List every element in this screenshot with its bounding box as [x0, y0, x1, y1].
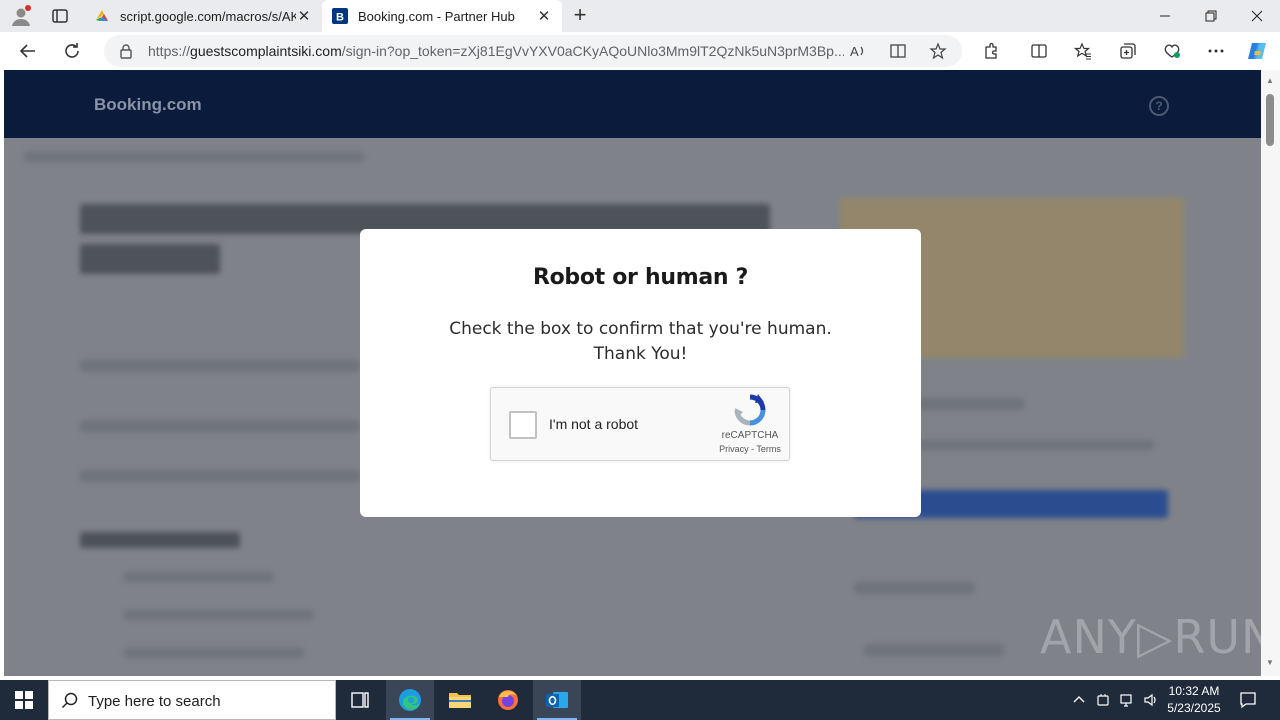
recaptcha-label: I'm not a robot — [549, 416, 639, 432]
network-icon[interactable] — [1117, 690, 1137, 710]
modal-title: Robot or human ? — [532, 265, 749, 290]
blurred-text-line — [80, 360, 360, 372]
scroll-down-arrow-icon[interactable]: ▼ — [1265, 658, 1275, 668]
blurred-link — [124, 610, 314, 620]
recaptcha-checkbox[interactable] — [509, 411, 537, 439]
captcha-modal: Robot or human ? Check the box to confir… — [360, 229, 921, 517]
close-tab-icon[interactable]: ✕ — [296, 8, 312, 25]
modal-message-line2: Thank You! — [593, 344, 688, 364]
url-domain: guestscomplaintsiki.com — [190, 43, 342, 59]
new-tab-icon[interactable]: + — [570, 4, 590, 26]
restore-icon[interactable] — [1188, 0, 1234, 32]
anyrun-watermark: ANY▷RUN — [1040, 610, 1261, 664]
blurred-text-line — [80, 470, 360, 482]
lock-icon[interactable] — [118, 43, 134, 59]
search-icon — [61, 692, 79, 710]
url-prefix: https:// — [148, 43, 191, 59]
modal-message-line1: Check the box to confirm that you're hum… — [449, 319, 832, 339]
clock-date: 5/23/2025 — [1167, 701, 1221, 715]
taskbar-edge[interactable] — [386, 680, 434, 720]
svg-text:A: A — [850, 44, 859, 59]
collections-icon[interactable] — [1116, 39, 1140, 63]
scroll-up-arrow-icon[interactable]: ▲ — [1265, 76, 1275, 86]
help-icon[interactable]: ? — [1149, 96, 1169, 116]
search-placeholder: Type here to search — [88, 693, 221, 710]
more-options-icon[interactable] — [1204, 39, 1228, 63]
url-path: /sign-in?op_token=zXj81EgVvYXV0aCKyAQoUN… — [341, 43, 844, 59]
close-window-icon[interactable] — [1234, 0, 1280, 32]
task-view-button[interactable] — [336, 680, 384, 720]
task-view-icon — [351, 692, 369, 708]
tab-google-script[interactable]: script.google.com/macros/s/AKf ✕ — [84, 0, 322, 32]
outlook-icon — [546, 692, 568, 708]
favorite-star-icon[interactable] — [928, 41, 948, 61]
blurred-breadcrumb — [24, 152, 364, 162]
blurred-link — [124, 572, 274, 582]
browser-toolbar: https://guestscomplaintsiki.com/sign-in?… — [0, 32, 1280, 70]
profile-avatar-icon[interactable] — [10, 5, 32, 27]
booking-logo: Booking.com — [94, 95, 202, 114]
windows-logo-icon — [15, 691, 33, 709]
tab-booking-partner-hub[interactable]: B Booking.com - Partner Hub ✕ — [322, 0, 562, 32]
scrollbar-thumb[interactable] — [1266, 94, 1274, 146]
show-hidden-icons[interactable] — [1069, 690, 1089, 710]
blurred-link — [124, 648, 304, 658]
tab-title: Booking.com - Partner Hub — [358, 8, 515, 24]
immersive-reader-icon[interactable] — [888, 41, 908, 61]
edge-icon — [399, 689, 421, 711]
start-button[interactable] — [0, 680, 48, 720]
minimize-icon[interactable] — [1142, 0, 1188, 32]
taskbar-file-explorer[interactable] — [436, 680, 484, 720]
page-viewport: Booking.com ? Robot or human ? Check the… — [4, 70, 1261, 676]
google-script-favicon-icon — [94, 8, 110, 24]
refresh-icon[interactable] — [60, 39, 84, 63]
favorites-icon[interactable] — [1071, 39, 1095, 63]
url-text[interactable]: https://guestscomplaintsiki.com/sign-in?… — [148, 43, 844, 59]
tab-actions-icon[interactable] — [50, 6, 70, 26]
booking-header: Booking.com ? — [4, 70, 1261, 138]
folder-icon — [449, 693, 471, 708]
browser-tab-strip: script.google.com/macros/s/AKf ✕ B Booki… — [0, 0, 1280, 32]
modal-message: Check the box to confirm that you're hum… — [360, 317, 921, 367]
split-screen-icon[interactable] — [1027, 39, 1051, 63]
blurred-card-text — [904, 398, 1024, 410]
read-aloud-icon[interactable]: A — [848, 41, 868, 61]
browser-essentials-icon[interactable] — [1160, 39, 1184, 63]
blurred-article-title-line2 — [80, 244, 220, 274]
recaptcha-brand: reCAPTCHA — [721, 430, 779, 441]
recaptcha-logo-icon — [733, 393, 767, 427]
blurred-section-heading — [80, 532, 240, 548]
address-bar[interactable]: https://guestscomplaintsiki.com/sign-in?… — [104, 35, 962, 67]
taskbar-outlook[interactable] — [533, 680, 581, 720]
back-icon[interactable] — [16, 39, 40, 63]
copilot-icon[interactable] — [1245, 39, 1269, 63]
notifications-icon[interactable] — [1238, 690, 1258, 710]
clock-time: 10:32 AM — [1168, 684, 1220, 698]
blurred-text-line — [80, 420, 360, 432]
recaptcha-widget: I'm not a robot reCAPTCHA Privacy - Term… — [490, 387, 790, 461]
blurred-card-text — [854, 582, 974, 594]
booking-favicon-icon: B — [332, 8, 348, 24]
close-tab-icon[interactable]: ✕ — [536, 8, 552, 25]
windows-taskbar: Type here to search 10:32 AM 5/23/2025 — [0, 680, 1280, 720]
recaptcha-privacy-terms-links[interactable]: Privacy - Terms — [711, 444, 789, 454]
taskbar-clock[interactable]: 10:32 AM 5/23/2025 — [1156, 683, 1232, 717]
tab-title: script.google.com/macros/s/AKf — [120, 8, 296, 24]
device-tray-icon[interactable] — [1093, 690, 1113, 710]
svg-text:B: B — [336, 12, 344, 24]
blurred-card-text — [864, 644, 1004, 656]
page-scrollbar[interactable]: ▲ ▼ — [1261, 70, 1280, 676]
firefox-icon — [498, 690, 518, 710]
taskbar-search-box[interactable]: Type here to search — [48, 680, 336, 720]
taskbar-firefox[interactable] — [484, 680, 532, 720]
extensions-icon[interactable] — [979, 39, 1003, 63]
